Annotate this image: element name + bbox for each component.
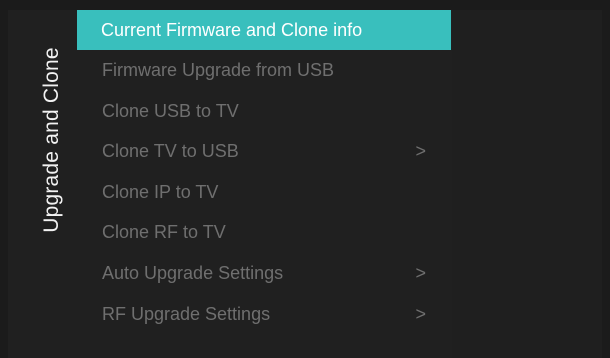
menu-item-label: Clone IP to TV [102,181,219,202]
menu-item-clone-rf-to-tv[interactable]: Clone RF to TV [78,212,452,253]
menu-panel: Current Firmware and Clone info Firmware… [77,10,452,358]
menu-item-rf-upgrade-settings[interactable]: RF Upgrade Settings > [78,294,452,335]
category-title: Upgrade and Clone [40,47,63,233]
menu-item-clone-tv-to-usb[interactable]: Clone TV to USB > [78,131,452,172]
menu-item-firmware-upgrade-usb[interactable]: Firmware Upgrade from USB [78,50,452,91]
settings-menu: Current Firmware and Clone info Firmware… [77,10,452,335]
menu-item-label: Auto Upgrade Settings [102,262,284,283]
menu-item-label: Clone RF to TV [102,222,226,243]
menu-item-clone-ip-to-tv[interactable]: Clone IP to TV [78,172,452,213]
menu-item-label: Firmware Upgrade from USB [102,60,335,80]
menu-item-clone-usb-to-tv[interactable]: Clone USB to TV [78,91,452,132]
menu-item-auto-upgrade-settings[interactable]: Auto Upgrade Settings > [78,253,452,294]
category-panel: Upgrade and Clone [8,10,78,358]
menu-item-label: Current Firmware and Clone info [101,20,363,40]
menu-item-label: Clone USB to TV [102,100,239,121]
detail-panel [452,10,602,358]
menu-item-current-firmware-clone-info[interactable]: Current Firmware and Clone info [77,10,451,50]
menu-item-label: Clone TV to USB [102,141,239,162]
menu-item-label: RF Upgrade Settings [102,303,271,324]
tv-settings-screen: Upgrade and Clone Current Firmware and C… [0,0,610,358]
chevron-right-icon: > [415,141,426,162]
chevron-right-icon: > [415,303,426,324]
chevron-right-icon: > [415,262,426,283]
